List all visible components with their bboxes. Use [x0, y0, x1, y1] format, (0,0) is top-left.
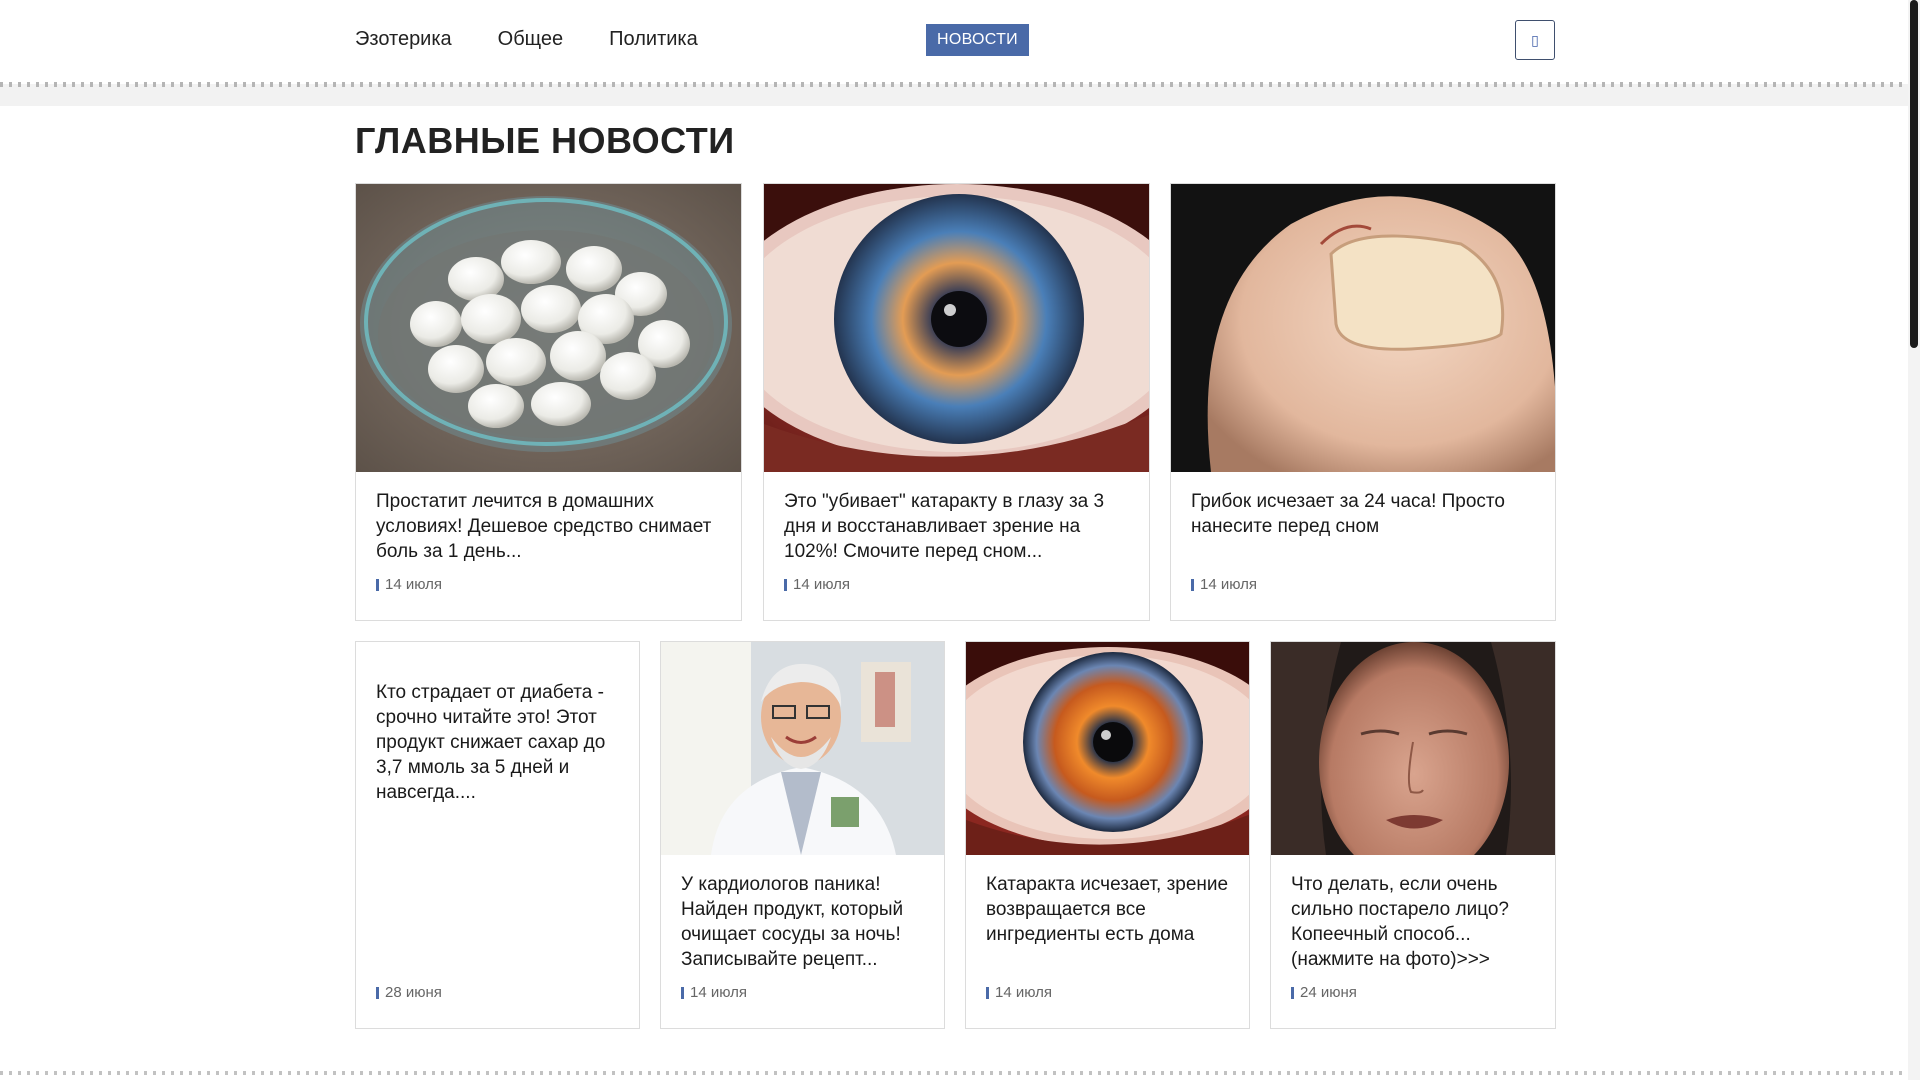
card-date: 28 июня — [376, 984, 442, 1001]
card-title[interactable]: У кардиологов паника! Найден продукт, ко… — [681, 872, 928, 972]
calendar-icon — [1191, 578, 1194, 591]
quail-eggs-image — [356, 184, 741, 472]
card-date: 14 июля — [784, 576, 850, 593]
calendar-icon — [1291, 986, 1294, 999]
header-dotted-divider — [0, 82, 1908, 87]
card-image[interactable] — [1271, 642, 1555, 855]
eye-image — [764, 184, 1149, 472]
card-date-text: 14 июля — [995, 984, 1053, 1001]
page-scrollbar[interactable] — [1908, 0, 1920, 1080]
calendar-icon — [681, 986, 684, 999]
search-icon: ▯ — [1531, 31, 1539, 48]
news-card[interactable]: Это "убивает" катаракту в глазу за 3 дня… — [763, 183, 1150, 621]
news-button[interactable]: НОВОСТИ — [926, 24, 1029, 56]
news-card[interactable]: Грибок исчезает за 24 часа! Просто нанес… — [1170, 183, 1556, 621]
nav-item-politics[interactable]: Политика — [609, 28, 698, 51]
toenail-image — [1171, 184, 1555, 472]
card-title[interactable]: Кто страдает от диабета - срочно читайте… — [376, 680, 623, 805]
card-image[interactable] — [764, 184, 1149, 472]
calendar-icon — [376, 986, 379, 999]
card-date-text: 14 июля — [385, 576, 443, 593]
card-date: 14 июля — [1191, 576, 1257, 593]
scrollbar-thumb[interactable] — [1910, 0, 1918, 348]
card-date-text: 24 июня — [1300, 984, 1357, 1001]
news-card[interactable]: Что делать, если очень сильно постарело … — [1270, 641, 1556, 1029]
card-image[interactable] — [1171, 184, 1555, 472]
card-date-text: 28 июня — [385, 984, 442, 1001]
eye-image — [966, 642, 1249, 855]
main-nav: Эзотерика Общее Политика — [355, 28, 698, 51]
card-image[interactable] — [356, 184, 741, 472]
footer-dotted-divider — [0, 1071, 1908, 1075]
news-card[interactable]: У кардиологов паника! Найден продукт, ко… — [660, 641, 945, 1029]
news-card[interactable]: Простатит лечится в домашних условиях! Д… — [355, 183, 742, 621]
card-date-text: 14 июля — [793, 576, 851, 593]
site-header: Эзотерика Общее Политика НОВОСТИ ▯ — [0, 0, 1908, 106]
card-title[interactable]: Грибок исчезает за 24 часа! Просто нанес… — [1191, 489, 1539, 539]
card-title[interactable]: Это "убивает" катаракту в глазу за 3 дня… — [784, 489, 1133, 564]
calendar-icon — [376, 578, 379, 591]
nav-item-esoterics[interactable]: Эзотерика — [355, 28, 452, 51]
nav-item-general[interactable]: Общее — [498, 28, 564, 51]
card-title[interactable]: Катаракта исчезает, зрение возвращается … — [986, 872, 1233, 947]
news-card[interactable]: Кто страдает от диабета - срочно читайте… — [355, 641, 640, 1029]
search-button[interactable]: ▯ — [1515, 20, 1555, 60]
card-date-text: 14 июля — [1200, 576, 1258, 593]
header-band — [0, 84, 1908, 106]
card-title[interactable]: Простатит лечится в домашних условиях! Д… — [376, 489, 725, 564]
news-card[interactable]: Катаракта исчезает, зрение возвращается … — [965, 641, 1250, 1029]
card-date: 24 июня — [1291, 984, 1357, 1001]
calendar-icon — [784, 578, 787, 591]
card-date: 14 июля — [376, 576, 442, 593]
page-title: ГЛАВНЫЕ НОВОСТИ — [355, 120, 735, 161]
card-date: 14 июля — [986, 984, 1052, 1001]
card-image[interactable] — [661, 642, 944, 855]
calendar-icon — [986, 986, 989, 999]
card-image[interactable] — [966, 642, 1249, 855]
face-image — [1271, 642, 1555, 855]
card-date-text: 14 июля — [690, 984, 748, 1001]
card-date: 14 июля — [681, 984, 747, 1001]
card-title[interactable]: Что делать, если очень сильно постарело … — [1291, 872, 1539, 972]
doctor-image — [661, 642, 944, 855]
